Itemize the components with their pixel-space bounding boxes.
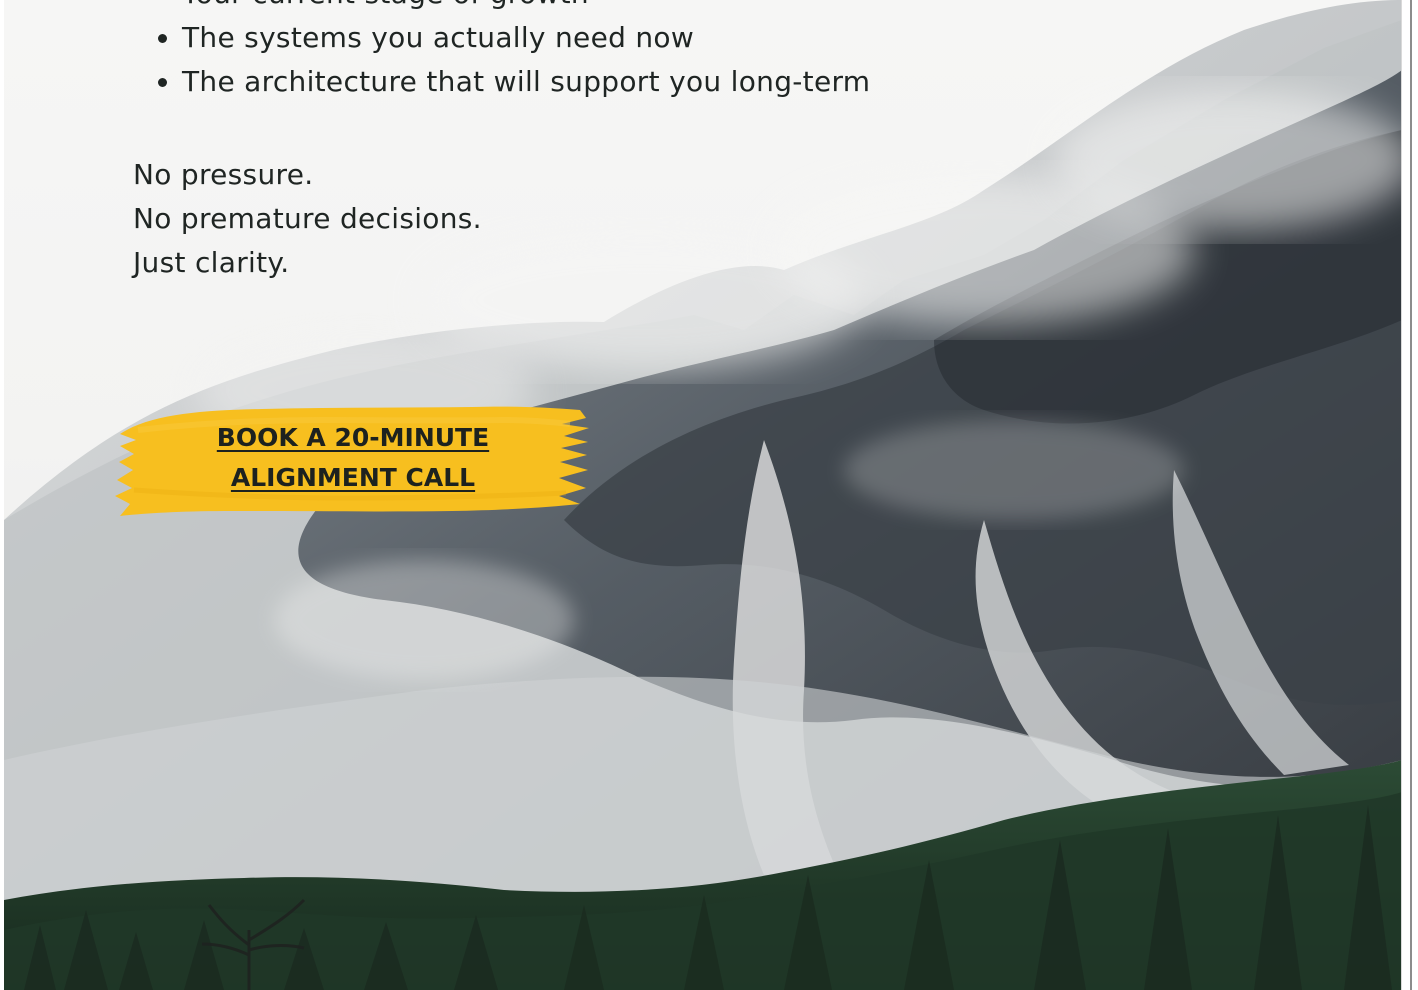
closing-line: Just clarity. xyxy=(133,246,290,279)
closing-line: No premature decisions. xyxy=(133,202,482,235)
book-alignment-call-button[interactable]: BOOK A 20-MINUTE ALIGNMENT CALL xyxy=(112,400,592,520)
cta-label: BOOK A 20-MINUTE ALIGNMENT CALL xyxy=(112,418,594,498)
page: Your current stage of growth The systems… xyxy=(0,0,1418,990)
list-item: The systems you actually need now xyxy=(182,16,870,60)
closing-line: No pressure. xyxy=(133,158,314,191)
benefits-list: Your current stage of growth The systems… xyxy=(134,0,870,104)
list-item: Your current stage of growth xyxy=(182,0,870,16)
closing-text: No pressure. No premature decisions. Jus… xyxy=(133,153,482,285)
content-frame: Your current stage of growth The systems… xyxy=(4,0,1402,990)
cta-line-2: ALIGNMENT CALL xyxy=(230,463,476,492)
content-overlay: Your current stage of growth The systems… xyxy=(4,0,1402,990)
cta-line-1: BOOK A 20-MINUTE xyxy=(216,423,490,452)
right-scrollbar-track[interactable] xyxy=(1401,0,1418,990)
list-item: The architecture that will support you l… xyxy=(182,60,870,104)
